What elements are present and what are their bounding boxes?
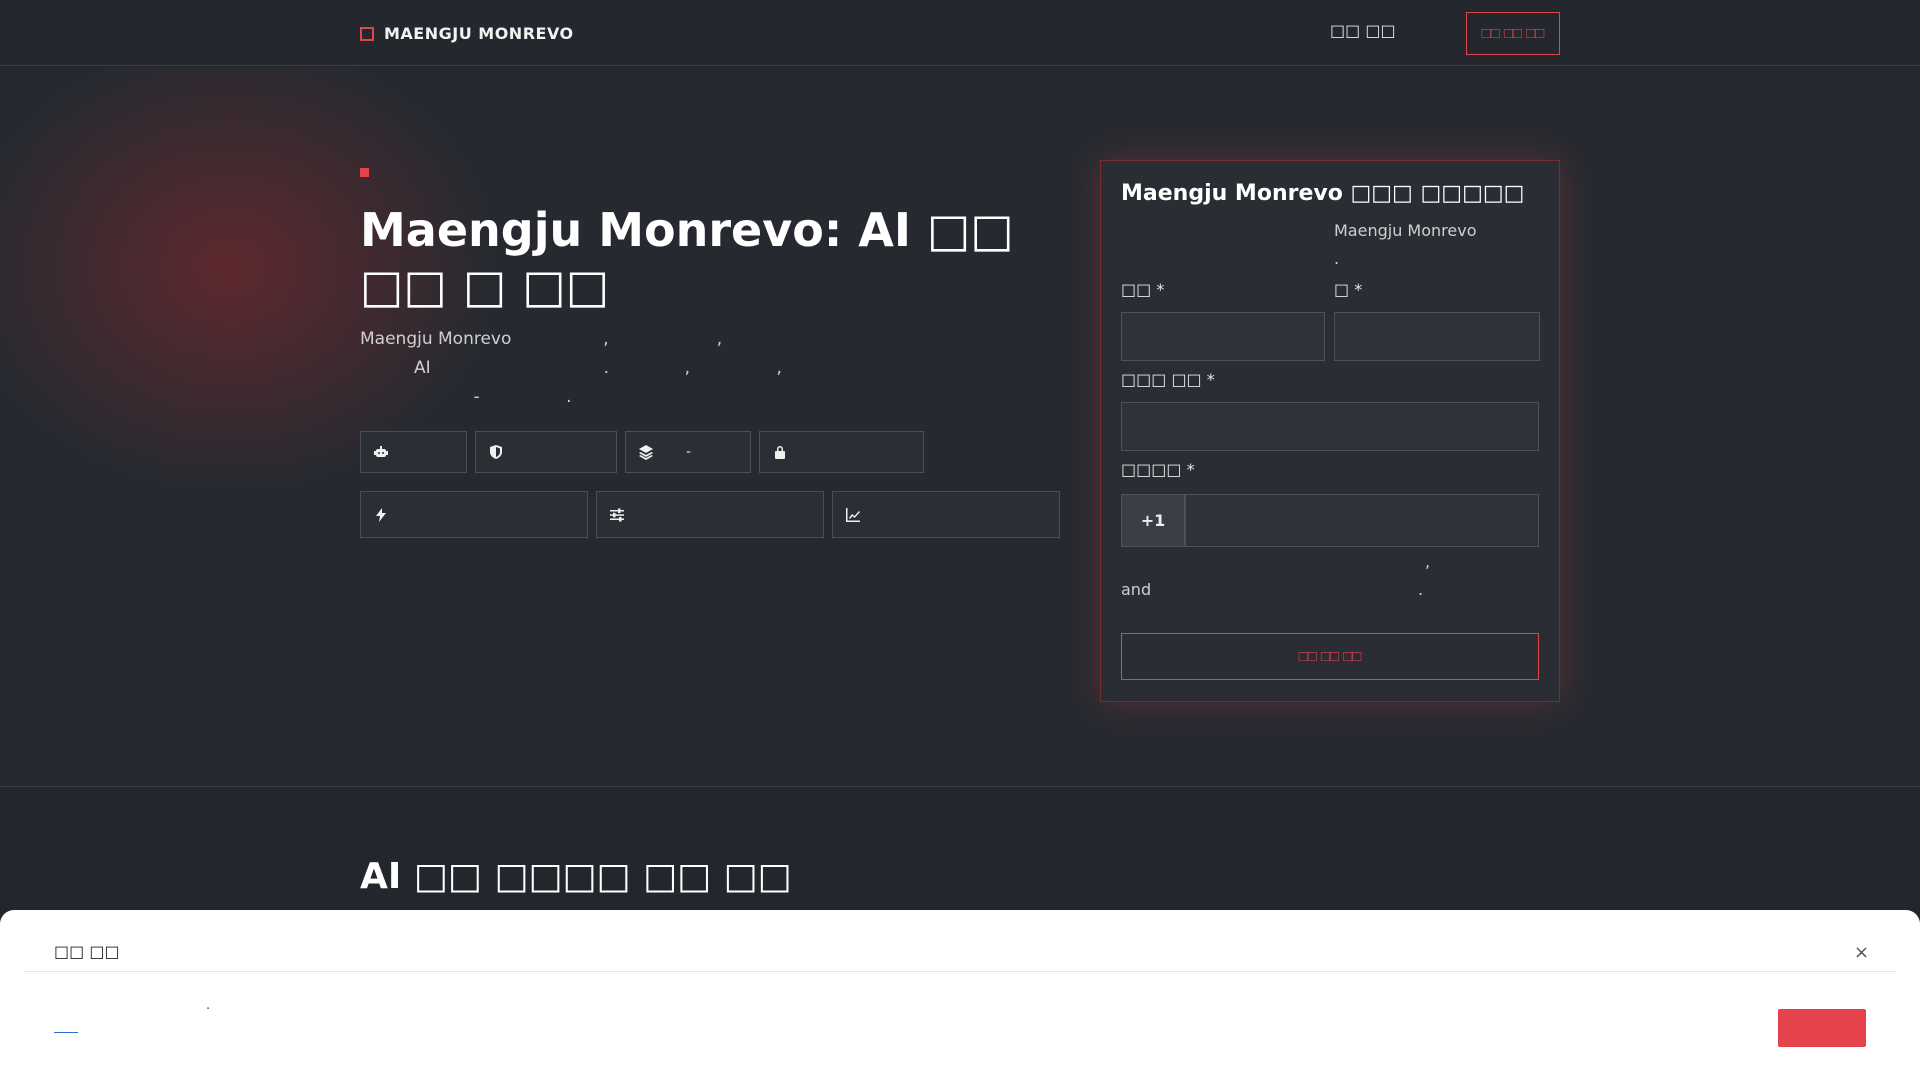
feature-chip — [832, 491, 1060, 538]
hero-accent-square — [360, 168, 369, 177]
shield-icon — [490, 445, 502, 459]
close-icon[interactable]: × — [1854, 942, 1869, 963]
consent-comma: , — [1425, 552, 1431, 571]
sliders-icon — [610, 508, 624, 521]
brand-name: MAENGJU MONREVO — [384, 24, 574, 43]
privacy-link[interactable] — [1432, 552, 1512, 572]
chart-line-icon — [846, 507, 860, 522]
form-title: Maengju Monrevo □□□ □□□□□ — [1121, 181, 1525, 206]
last-name-label: □ * — [1334, 280, 1362, 299]
bolt-icon — [376, 507, 386, 522]
first-name-input[interactable] — [1121, 312, 1325, 361]
phone-input[interactable] — [1185, 494, 1539, 547]
form-subtitle-brand: Maengju Monrevo — [1334, 221, 1477, 240]
phone-country-code[interactable]: +1 — [1121, 494, 1185, 547]
top-navbar: MAENGJU MONREVO □□ □□ □□ □□ □□ — [0, 0, 1920, 66]
required-mark: * — [1156, 280, 1165, 299]
cookie-policy-link[interactable] — [54, 1032, 78, 1033]
feature-chip — [759, 431, 924, 473]
nav-cta-button[interactable]: □□ □□ □□ — [1466, 12, 1560, 55]
email-label-text: □□□ □□ — [1121, 370, 1202, 389]
policy-link[interactable] — [1154, 580, 1198, 600]
first-name-label: □□ * — [1121, 280, 1164, 299]
form-subtitle: Maengju Monrevo . — [1121, 217, 1541, 273]
consent-period: . — [1418, 580, 1424, 599]
email-label: □□□ □□ * — [1121, 370, 1215, 389]
hero-desc-line: AI . , , — [360, 358, 782, 378]
last-name-input[interactable] — [1334, 312, 1540, 361]
feature-chip: - — [625, 431, 751, 473]
last-name-label-text: □ — [1334, 280, 1350, 299]
form-subtitle-end: . — [1334, 249, 1340, 268]
cookie-heading: □□ □□ — [54, 942, 120, 961]
phone-label-text: □□□□ — [1121, 460, 1182, 479]
hero-section: Maengju Monrevo: AI □□ □□ □ □□ Maengju M… — [0, 67, 1920, 787]
feature-chip-label: - — [686, 444, 692, 460]
signup-form-card: Maengju Monrevo □□□ □□□□□ Maengju Monrev… — [1100, 160, 1560, 702]
brand-logo[interactable]: MAENGJU MONREVO — [360, 24, 574, 43]
hero-title: Maengju Monrevo: AI □□ □□ □ □□ — [360, 203, 1014, 313]
hero-description: Maengju Monrevo , , AI . , , - . — [360, 325, 920, 412]
terms-link[interactable] — [1385, 552, 1425, 572]
cookie-text: . — [206, 998, 211, 1013]
more-link[interactable] — [1427, 580, 1459, 600]
hero-desc-line: Maengju Monrevo , , — [360, 329, 723, 349]
robot-icon — [374, 446, 388, 457]
feature-chip — [596, 491, 824, 538]
nav-link[interactable]: □□ □□ — [1330, 21, 1396, 40]
cookie-divider — [24, 971, 1896, 972]
feature-chip — [360, 491, 588, 538]
cookie-accept-button[interactable] — [1778, 1009, 1866, 1047]
hero-desc-line: - . — [360, 387, 572, 407]
required-mark: * — [1206, 370, 1215, 389]
feature-chip — [360, 431, 467, 473]
layers-icon — [639, 445, 653, 460]
section-title: AI □□ □□□□ □□ □□ — [360, 856, 792, 897]
feature-chip — [475, 431, 617, 473]
lock-icon — [775, 446, 785, 459]
logo-square-icon — [360, 26, 374, 41]
required-mark: * — [1186, 460, 1195, 479]
email-input[interactable] — [1121, 402, 1539, 451]
submit-button[interactable]: □□ □□ □□ — [1121, 633, 1539, 680]
consent-and: and — [1121, 580, 1152, 599]
phone-label: □□□□ * — [1121, 460, 1195, 479]
consent-text: , and . — [1121, 548, 1541, 604]
cookie-banner: □□ □□ × . — [0, 910, 1920, 1080]
first-name-label-text: □□ — [1121, 280, 1152, 299]
required-mark: * — [1354, 280, 1363, 299]
